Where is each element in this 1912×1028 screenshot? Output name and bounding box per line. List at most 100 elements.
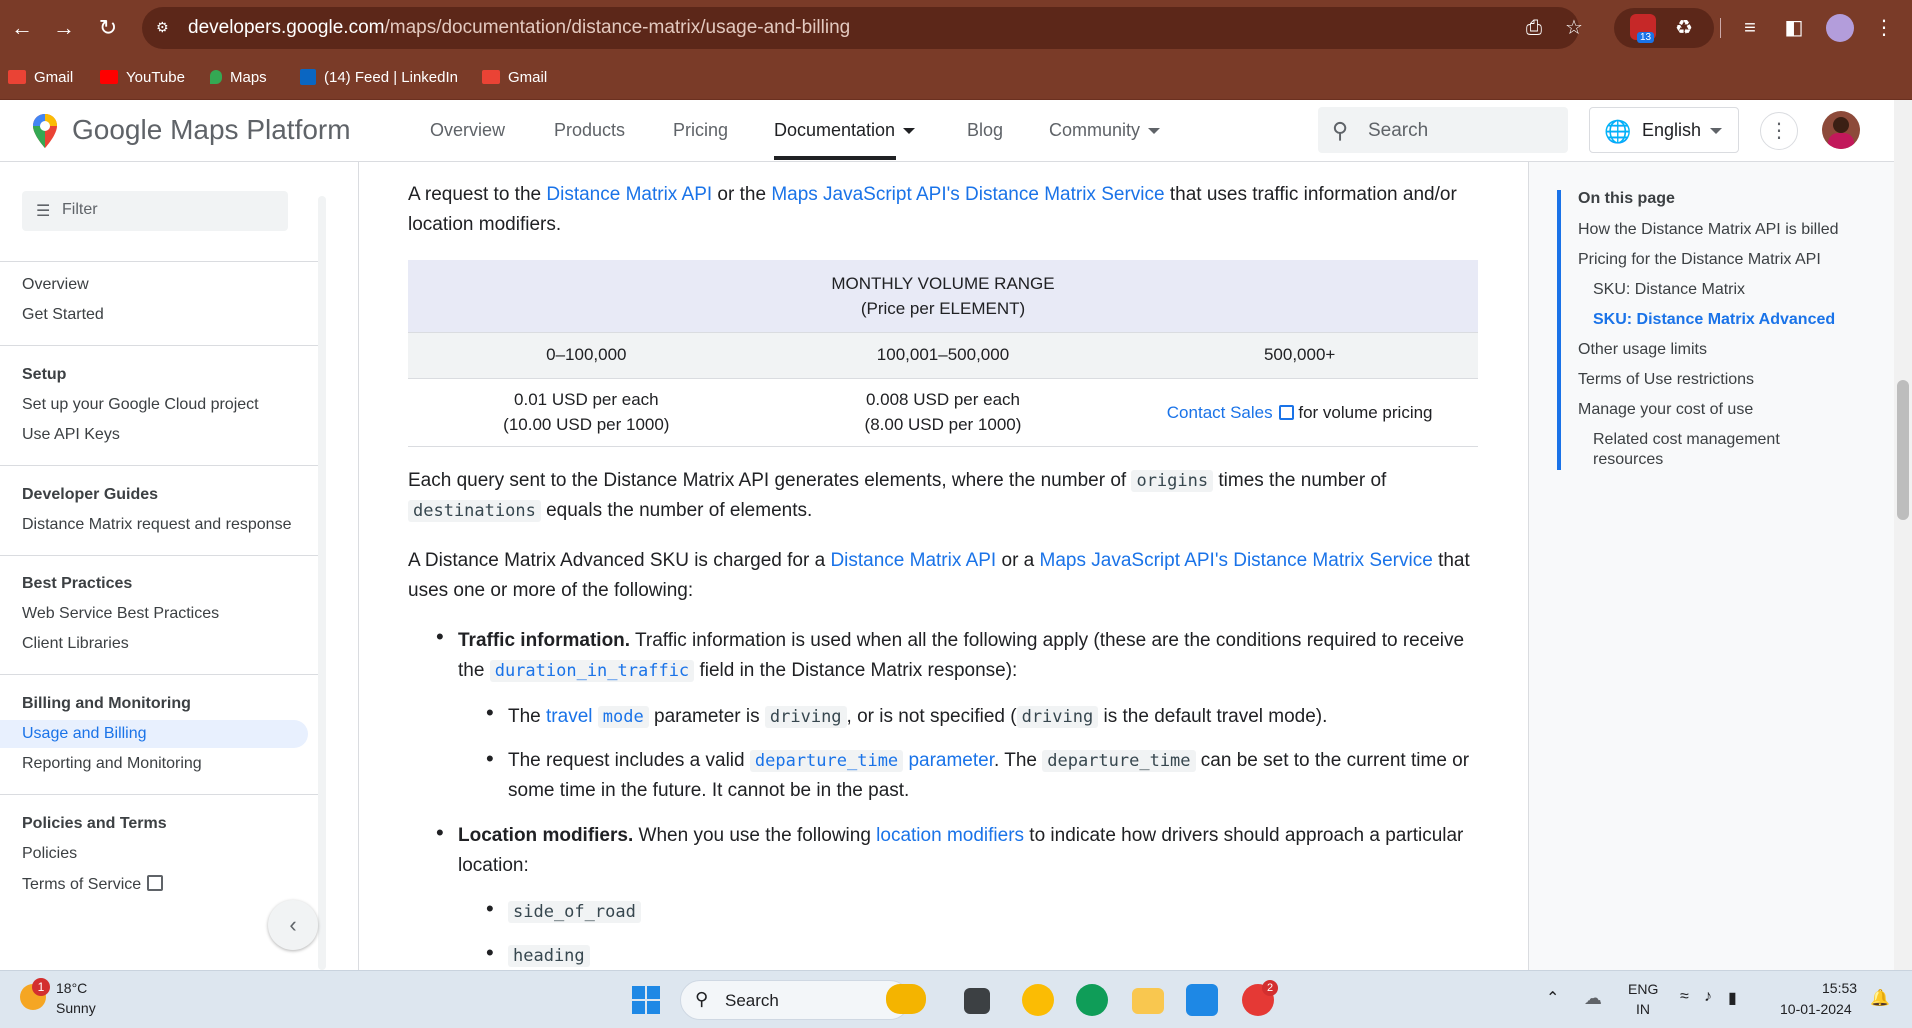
- chrome-menu-icon[interactable]: ⋮: [1870, 14, 1898, 42]
- parameter-link[interactable]: parameter: [903, 750, 994, 771]
- chrome-app-icon[interactable]: [1022, 984, 1054, 1016]
- maps-pin-logo-icon[interactable]: [32, 114, 58, 148]
- notification-bell-icon[interactable]: 🔔: [1870, 988, 1890, 1008]
- back-icon[interactable]: ←: [8, 14, 36, 42]
- clock-date[interactable]: 10-01-2024: [1780, 1001, 1852, 1017]
- nav-documentation[interactable]: Documentation: [774, 120, 916, 141]
- taskbar-search[interactable]: ⚲ Search: [680, 980, 910, 1020]
- copilot-icon[interactable]: [886, 984, 926, 1014]
- language-select[interactable]: 🌐 English: [1589, 107, 1739, 153]
- sidebar-item-reporting[interactable]: Reporting and Monitoring: [22, 755, 202, 773]
- sidebar-filter-input[interactable]: ☰ Filter: [22, 191, 288, 231]
- battery-icon[interactable]: ▮: [1728, 988, 1737, 1008]
- reading-list-icon[interactable]: ≡: [1736, 14, 1764, 42]
- sidebar-scrollbar[interactable]: [318, 196, 326, 970]
- sidebar-item-policies[interactable]: Policies: [22, 845, 77, 863]
- price-cell: 0.008 USD per each (8.00 USD per 1000): [764, 377, 1122, 447]
- vscode-app-icon[interactable]: [1186, 984, 1218, 1016]
- nav-products[interactable]: Products: [554, 120, 625, 141]
- range-cell: 100,001–500,000: [764, 331, 1122, 378]
- bookmark-youtube[interactable]: YouTube: [100, 66, 185, 88]
- toc-item[interactable]: Terms of Use restrictions: [1578, 371, 1754, 389]
- nav-pricing[interactable]: Pricing: [673, 120, 728, 141]
- js-distance-matrix-service-link[interactable]: Maps JavaScript API's Distance Matrix Se…: [1040, 550, 1433, 571]
- distance-matrix-api-link[interactable]: Distance Matrix API: [546, 184, 712, 205]
- toc-item[interactable]: Related cost management: [1593, 431, 1780, 449]
- price-cell: 0.01 USD per each (10.00 USD per 1000): [408, 377, 765, 447]
- travel-mode-link[interactable]: travel: [546, 706, 592, 727]
- toc-item[interactable]: How the Distance Matrix API is billed: [1578, 221, 1839, 239]
- toc-item-active[interactable]: SKU: Distance Matrix Advanced: [1593, 311, 1835, 329]
- site-info-icon[interactable]: ⚙: [156, 19, 174, 37]
- site-logo[interactable]: Google Maps Platform: [72, 114, 351, 146]
- chevron-down-icon: [1710, 128, 1722, 134]
- weather-desc[interactable]: Sunny: [56, 1000, 96, 1016]
- puzzle-extensions-icon[interactable]: ♻: [1670, 14, 1698, 42]
- sidebar-section-developer-guides: Developer Guides: [22, 486, 159, 503]
- sidebar-item-api-keys[interactable]: Use API Keys: [22, 426, 120, 444]
- nav-community[interactable]: Community: [1049, 120, 1161, 141]
- sidebar-item-terms[interactable]: Terms of Service: [22, 875, 164, 894]
- sidebar-item-overview[interactable]: Overview: [22, 276, 89, 294]
- sidebar-item-client-libraries[interactable]: Client Libraries: [22, 635, 129, 653]
- sidebar-item-get-started[interactable]: Get Started: [22, 306, 104, 324]
- profile-avatar[interactable]: [1826, 14, 1854, 42]
- wifi-icon[interactable]: ≈: [1680, 988, 1689, 1006]
- bookmark-maps[interactable]: Maps: [210, 66, 267, 88]
- install-app-icon[interactable]: ⎙: [1520, 14, 1548, 42]
- travel-mode-item: The travel mode parameter is driving, or…: [508, 706, 1328, 728]
- table-header: MONTHLY VOLUME RANGE (Price per ELEMENT): [408, 260, 1478, 332]
- nav-overview[interactable]: Overview: [430, 120, 505, 141]
- sidebar-section-billing: Billing and Monitoring: [22, 695, 191, 712]
- volume-icon[interactable]: ♪: [1704, 988, 1712, 1006]
- sidebar-item-request-response[interactable]: Distance Matrix request and response: [22, 516, 291, 534]
- toc-item[interactable]: SKU: Distance Matrix: [1593, 281, 1745, 299]
- js-distance-matrix-service-link[interactable]: Maps JavaScript API's Distance Matrix Se…: [771, 184, 1164, 205]
- site-search-input[interactable]: ⚲ Search: [1318, 107, 1568, 153]
- advanced-sku-paragraph: A Distance Matrix Advanced SKU is charge…: [408, 550, 1470, 601]
- location-modifiers-link[interactable]: location modifiers: [876, 825, 1024, 846]
- side-panel-icon[interactable]: ◧: [1780, 14, 1808, 42]
- departure-time-code-link[interactable]: departure_time: [749, 750, 904, 772]
- mode-code-link[interactable]: mode: [597, 706, 649, 728]
- duration-in-traffic-link[interactable]: duration_in_traffic: [489, 660, 695, 682]
- chevron-down-icon: [903, 128, 916, 135]
- reload-icon[interactable]: ↻: [94, 14, 122, 42]
- language-indicator[interactable]: ENG: [1628, 981, 1658, 997]
- user-avatar[interactable]: [1822, 111, 1860, 149]
- show-hidden-icons[interactable]: ⌃: [1546, 988, 1559, 1008]
- windows-start-icon[interactable]: [632, 986, 660, 1014]
- toc-item[interactable]: resources: [1593, 451, 1663, 469]
- toc-item[interactable]: Other usage limits: [1578, 341, 1707, 359]
- toc-indicator: [1557, 190, 1561, 470]
- url-text[interactable]: developers.google.com/maps/documentation…: [188, 17, 850, 39]
- contact-sales-link[interactable]: Contact Sales: [1167, 403, 1294, 422]
- table-row: 0–100,000 100,001–500,000 500,000+: [408, 331, 1478, 378]
- toolbar-divider: [1720, 18, 1721, 38]
- bookmark-linkedin[interactable]: (14) Feed | LinkedIn: [300, 66, 458, 88]
- page-scrollbar[interactable]: [1894, 100, 1912, 970]
- distance-matrix-api-link[interactable]: Distance Matrix API: [830, 550, 996, 571]
- bookmark-gmail-2[interactable]: Gmail: [482, 66, 547, 88]
- language-region[interactable]: IN: [1636, 1001, 1650, 1017]
- more-options-icon[interactable]: ⋮: [1760, 112, 1798, 150]
- toc-item[interactable]: Manage your cost of use: [1578, 401, 1753, 419]
- bullet: •: [486, 700, 494, 725]
- bookmark-gmail[interactable]: Gmail: [8, 66, 73, 88]
- nav-blog[interactable]: Blog: [967, 120, 1003, 141]
- bookmark-star-icon[interactable]: ☆: [1560, 14, 1588, 42]
- toc-item[interactable]: Pricing for the Distance Matrix API: [1578, 251, 1821, 269]
- clock-time[interactable]: 15:53: [1822, 980, 1857, 996]
- scrollbar-thumb[interactable]: [1897, 380, 1909, 520]
- edge-app-icon[interactable]: [1076, 984, 1108, 1016]
- onedrive-icon[interactable]: ☁: [1584, 988, 1602, 1009]
- sidebar-item-web-service[interactable]: Web Service Best Practices: [22, 605, 219, 623]
- file-explorer-icon[interactable]: [1132, 988, 1164, 1014]
- sidebar-item-setup-project[interactable]: Set up your Google Cloud project: [22, 396, 259, 414]
- divider: [0, 794, 318, 795]
- task-view-icon[interactable]: [964, 988, 990, 1014]
- forward-icon[interactable]: →: [50, 14, 78, 42]
- collapse-sidebar-button[interactable]: ‹: [268, 900, 318, 950]
- weather-temp[interactable]: 18°C: [56, 980, 87, 996]
- sidebar-item-usage-billing[interactable]: Usage and Billing: [22, 725, 147, 743]
